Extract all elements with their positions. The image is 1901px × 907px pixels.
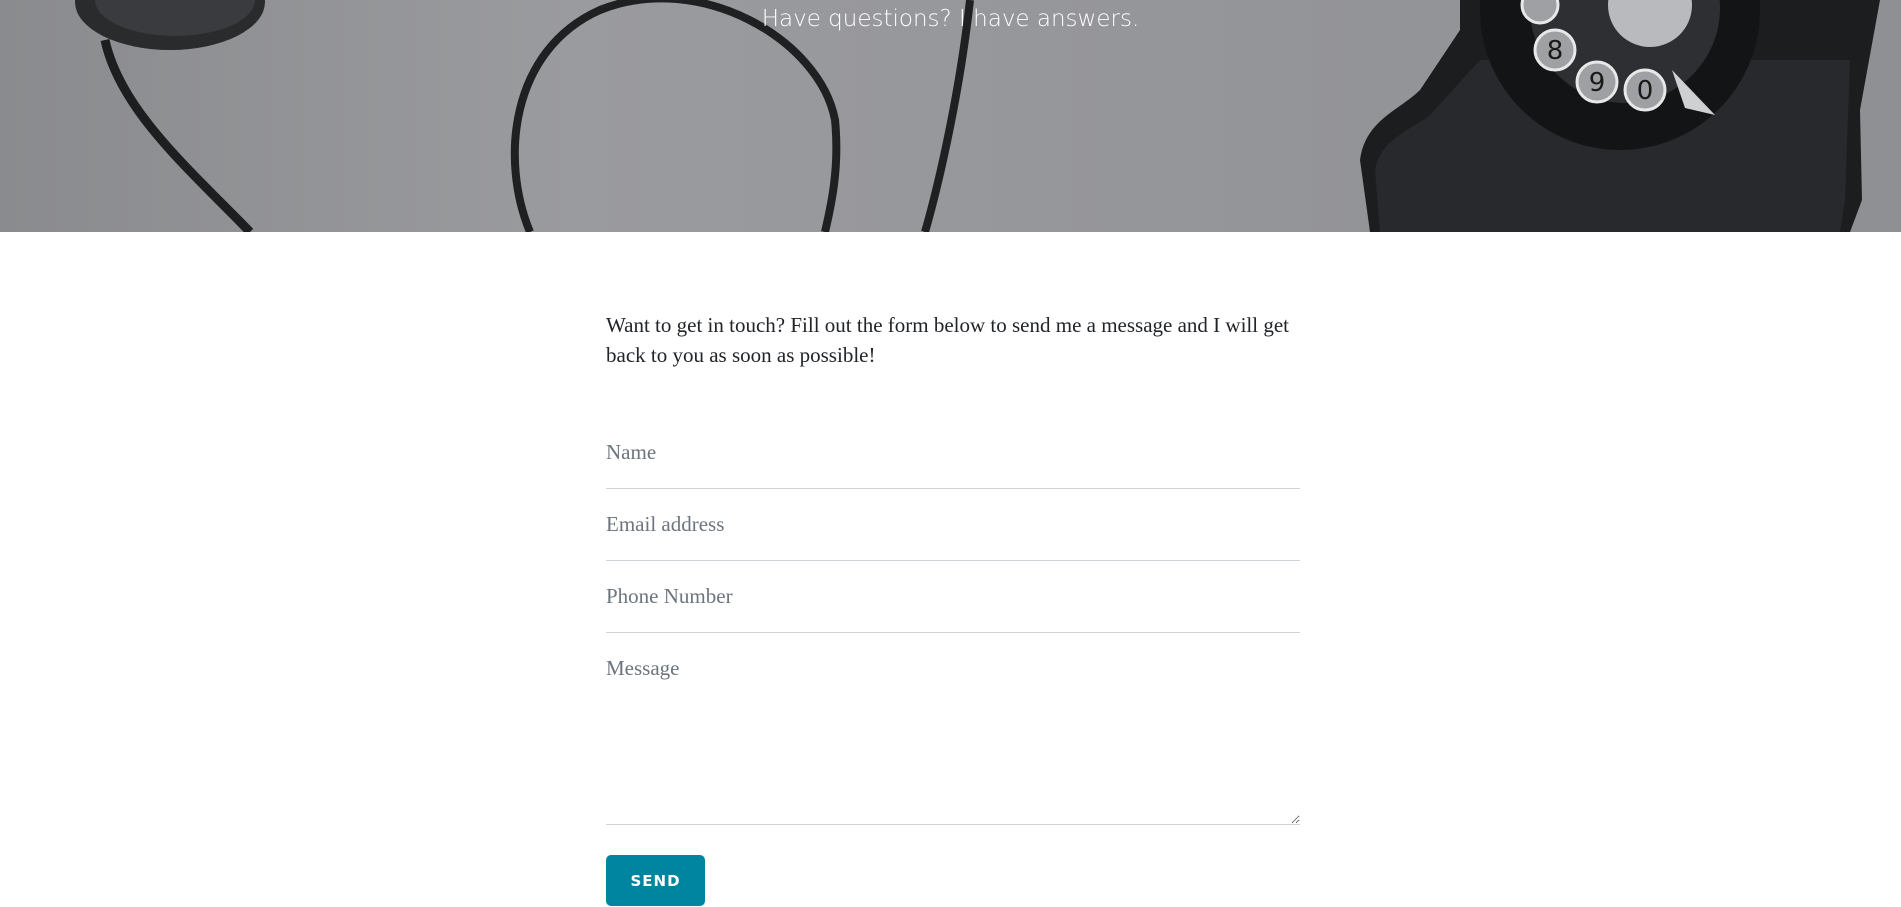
send-button[interactable]: SEND <box>606 855 705 906</box>
phone-input[interactable] <box>606 561 1300 633</box>
hero-subtitle: Have questions? I have answers. <box>761 6 1140 32</box>
svg-text:9: 9 <box>1589 68 1606 98</box>
contact-intro-text: Want to get in touch? Fill out the form … <box>606 313 1289 367</box>
hero-header: 8 9 0 Have questions? I have answers. <box>0 0 1901 232</box>
message-textarea[interactable] <box>606 633 1300 825</box>
email-input[interactable] <box>606 489 1300 561</box>
contact-section: Want to get in touch? Fill out the form … <box>606 232 1300 906</box>
svg-text:0: 0 <box>1637 76 1654 106</box>
name-input[interactable] <box>606 417 1300 489</box>
svg-text:8: 8 <box>1547 36 1564 66</box>
contact-form: SEND <box>606 417 1300 906</box>
